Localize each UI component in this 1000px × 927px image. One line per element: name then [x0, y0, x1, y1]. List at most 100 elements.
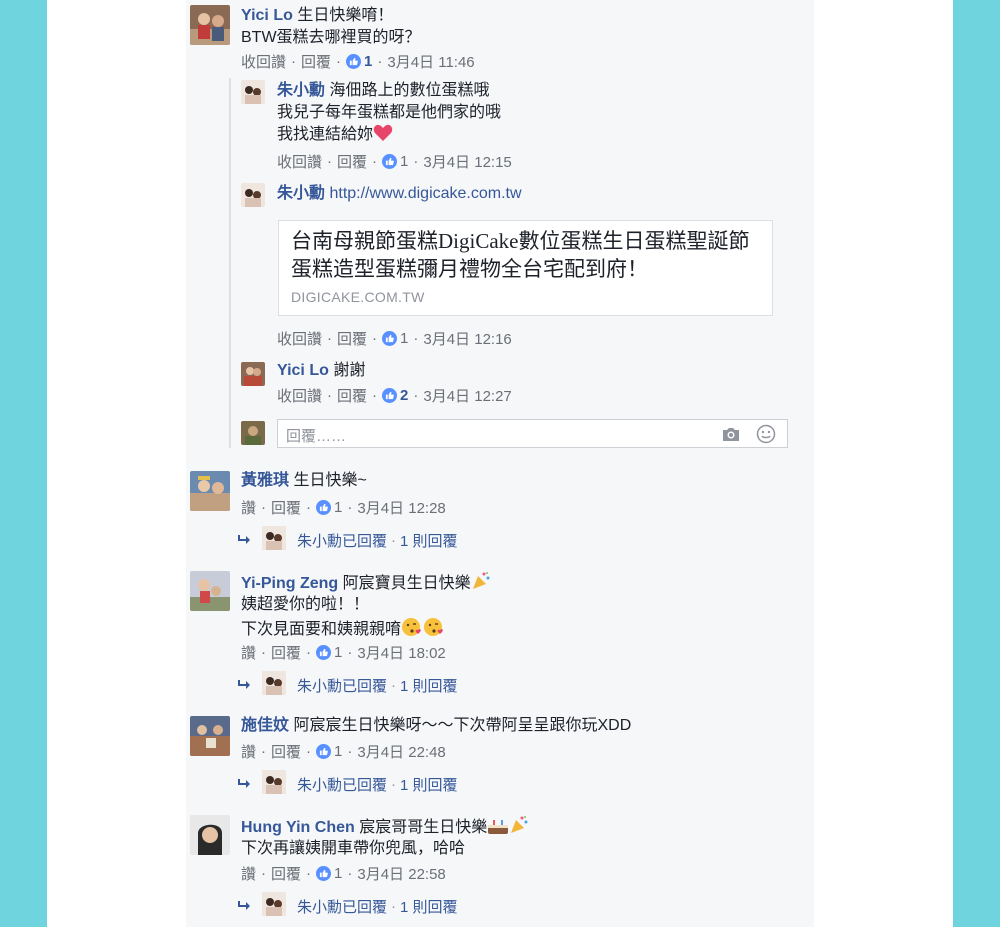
like-count[interactable]: 1	[334, 499, 342, 516]
reply-button[interactable]: 回覆	[271, 497, 301, 518]
like-count[interactable]: 2	[400, 387, 408, 404]
camera-icon[interactable]	[721, 426, 741, 447]
author-name[interactable]: 朱小勳	[277, 185, 325, 202]
avatar[interactable]	[190, 571, 230, 611]
timestamp[interactable]: 3月4日 11:46	[387, 51, 474, 72]
like-count[interactable]: 1	[400, 153, 408, 170]
reply-arrow-icon	[237, 532, 253, 549]
author-name[interactable]: Yi-Ping Zeng	[241, 575, 338, 592]
avatar[interactable]	[241, 362, 265, 386]
reply-body: Yici Lo 謝謝	[277, 360, 365, 382]
party-popper-icon	[509, 815, 529, 842]
current-user-avatar	[241, 421, 265, 445]
comment-body: 黃雅琪 生日快樂~	[241, 470, 367, 492]
emoji-icon[interactable]	[756, 424, 776, 449]
comment-text-line: 我找連結給妳	[277, 124, 393, 149]
like-count[interactable]: 1	[364, 53, 372, 70]
thumbs-up-icon	[316, 499, 332, 515]
comment-actions: 讚 · 回覆 · 1 · 3月4日 22:58	[241, 863, 446, 884]
avatar	[262, 671, 286, 699]
comment-actions: 讚 · 回覆 · 1 · 3月4日 22:48	[241, 741, 446, 762]
timestamp[interactable]: 3月4日 18:02	[357, 642, 445, 663]
reply-count: 1 則回覆	[400, 898, 458, 916]
reply-button[interactable]: 回覆	[271, 863, 301, 884]
timestamp[interactable]: 3月4日 12:28	[357, 497, 445, 518]
thumbs-up-icon	[316, 865, 332, 881]
reply-button[interactable]: 回覆	[337, 328, 367, 349]
view-replies-link[interactable]: 朱小勳已回覆 · 1 則回覆	[237, 770, 458, 798]
thread-line	[229, 78, 231, 448]
reply-placeholder: 回覆……	[286, 428, 347, 445]
comment-text: 阿宸宸生日快樂呀～～下次帶阿呈呈跟你玩XDD	[293, 717, 632, 734]
like-count[interactable]: 1	[334, 743, 342, 760]
link-text[interactable]: http://www.digicake.com.tw	[329, 185, 521, 202]
comment-actions: 收回讚 · 回覆 · 1 · 3月4日 12:16	[277, 328, 512, 349]
avatar[interactable]	[190, 815, 230, 855]
comment-text: 下次見面要和姨親親唷	[241, 621, 402, 638]
avatar[interactable]	[241, 80, 265, 104]
avatar[interactable]	[190, 5, 230, 45]
comment-actions: 收回讚 · 回覆 · 1 · 3月4日 12:15	[277, 151, 512, 172]
reply-count: 1 則回覆	[400, 776, 458, 794]
like-count[interactable]: 1	[400, 330, 408, 347]
kiss-face-icon	[423, 617, 445, 644]
reply-arrow-icon	[237, 776, 253, 793]
comment-text: 宸宸哥哥生日快樂	[359, 819, 488, 836]
view-replies-link[interactable]: 朱小勳已回覆 · 1 則回覆	[237, 671, 458, 699]
link-domain: DIGICAKE.COM.TW	[291, 289, 425, 305]
author-name[interactable]: 朱小勳	[277, 82, 325, 99]
comment-text: 姨超愛你的啦！！	[241, 596, 370, 613]
timestamp[interactable]: 3月4日 12:16	[423, 328, 511, 349]
timestamp[interactable]: 3月4日 22:58	[357, 863, 445, 884]
avatar	[262, 770, 286, 798]
like-button[interactable]: 讚	[241, 863, 256, 884]
link-title[interactable]: 台南母親節蛋糕DigiCake數位蛋糕生日蛋糕聖誕節蛋糕造型蛋糕彌月禮物全台宅配…	[291, 227, 761, 283]
comment-text: 海佃路上的數位蛋糕哦	[329, 82, 490, 99]
comment-actions: 收回讚 · 回覆 · 2 · 3月4日 12:27	[277, 385, 512, 406]
avatar[interactable]	[241, 183, 265, 207]
comment-text: 阿宸寶貝生日快樂	[342, 575, 471, 592]
unlike-button[interactable]: 收回讚	[277, 385, 322, 406]
author-name[interactable]: Hung Yin Chen	[241, 819, 355, 836]
reply-button[interactable]: 回覆	[271, 741, 301, 762]
party-popper-icon	[471, 571, 491, 598]
comment-text: 謝謝	[333, 362, 366, 379]
like-count[interactable]: 1	[334, 865, 342, 882]
like-button[interactable]: 讚	[241, 642, 256, 663]
like-button[interactable]: 讚	[241, 741, 256, 762]
heart-emoji-icon	[373, 124, 393, 149]
unlike-button[interactable]: 收回讚	[277, 151, 322, 172]
like-count[interactable]: 1	[334, 644, 342, 661]
link-preview-card[interactable]: 台南母親節蛋糕DigiCake數位蛋糕生日蛋糕聖誕節蛋糕造型蛋糕彌月禮物全台宅配…	[278, 220, 773, 316]
reply-button[interactable]: 回覆	[301, 51, 331, 72]
reply-input[interactable]: 回覆……	[277, 419, 788, 448]
reply-count: 1 則回覆	[400, 677, 458, 695]
timestamp[interactable]: 3月4日 12:27	[423, 385, 511, 406]
thumbs-up-icon	[316, 644, 332, 660]
author-name[interactable]: 黃雅琪	[241, 472, 289, 489]
view-replies-link[interactable]: 朱小勳已回覆 · 1 則回覆	[237, 526, 458, 554]
replied-by-text: 朱小勳已回覆	[297, 898, 388, 916]
timestamp[interactable]: 3月4日 12:15	[423, 151, 511, 172]
thumbs-up-icon	[382, 153, 398, 169]
avatar[interactable]	[190, 471, 230, 511]
author-name[interactable]: Yici Lo	[277, 362, 329, 379]
avatar	[262, 892, 286, 920]
author-name[interactable]: Yici Lo	[241, 7, 293, 24]
replied-by-text: 朱小勳已回覆	[297, 776, 388, 794]
like-button[interactable]: 讚	[241, 497, 256, 518]
reply-button[interactable]: 回覆	[271, 642, 301, 663]
avatar[interactable]	[190, 716, 230, 756]
unlike-button[interactable]: 收回讚	[241, 51, 286, 72]
comment-text: BTW蛋糕去哪裡買的呀？	[241, 29, 421, 46]
comment-actions: 收回讚 · 回覆 · 1 · 3月4日 11:46	[241, 51, 475, 72]
reply-button[interactable]: 回覆	[337, 385, 367, 406]
reply-arrow-icon	[237, 898, 253, 915]
unlike-button[interactable]: 收回讚	[277, 328, 322, 349]
author-name[interactable]: 施佳妏	[241, 717, 289, 734]
replied-by-text: 朱小勳已回覆	[297, 677, 388, 695]
reply-button[interactable]: 回覆	[337, 151, 367, 172]
view-replies-link[interactable]: 朱小勳已回覆 · 1 則回覆	[237, 892, 458, 920]
timestamp[interactable]: 3月4日 22:48	[357, 741, 445, 762]
thumbs-up-icon	[346, 53, 362, 69]
